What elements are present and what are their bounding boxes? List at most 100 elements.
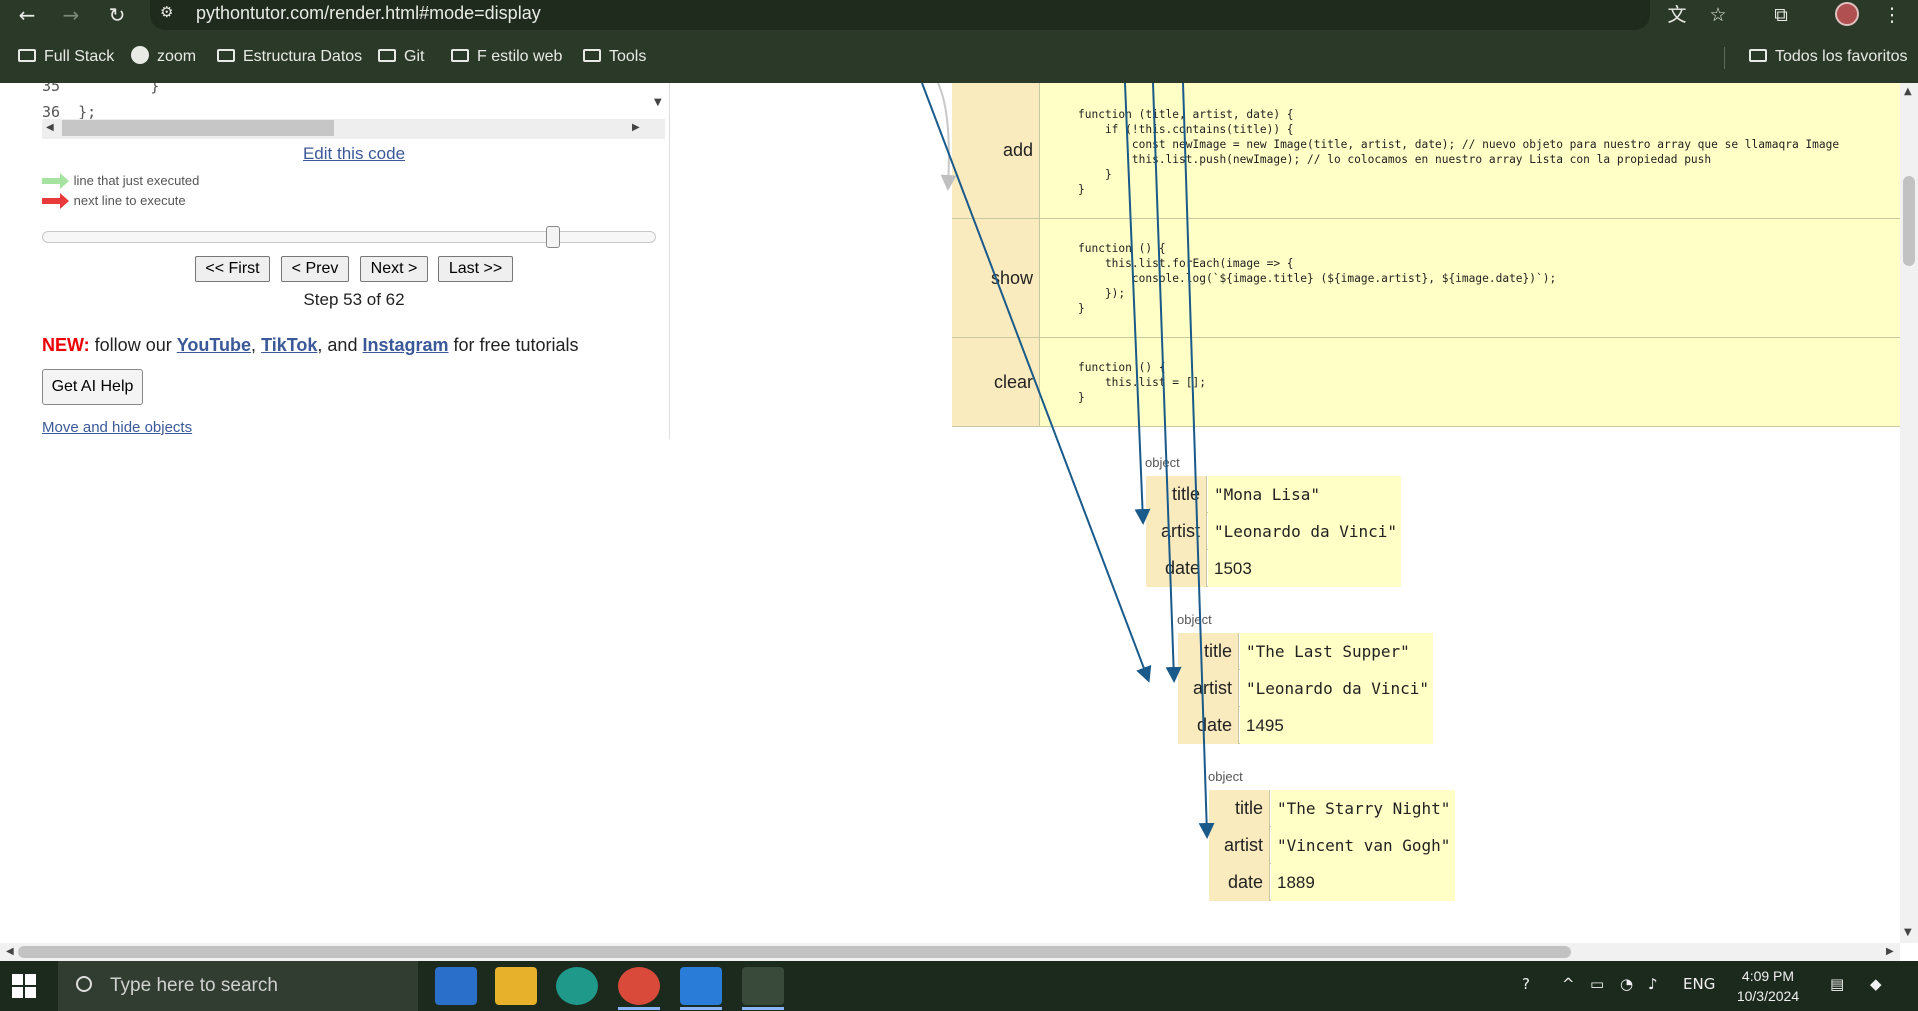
field-value: 1889 [1271, 864, 1455, 901]
step-slider-handle[interactable] [546, 226, 560, 248]
page-scroll-up-icon[interactable]: ▲ [1904, 86, 1912, 97]
bookmark-git[interactable]: Git [378, 46, 424, 68]
bookmark-zoom[interactable]: zoom [131, 46, 196, 68]
bookmark-estructura-datos[interactable]: Estructura Datos [217, 46, 362, 68]
volume-icon[interactable]: ♪ [1648, 975, 1658, 993]
field-date: date 1503 [1146, 550, 1401, 587]
scroll-down-icon[interactable]: ▼ [654, 97, 662, 108]
settings-gear-icon[interactable] [742, 967, 784, 1005]
site-info-icon[interactable]: ⚙ [160, 3, 173, 21]
scroll-right-icon[interactable]: ▶ [632, 122, 640, 133]
first-button[interactable]: << First [195, 256, 270, 282]
store-icon[interactable] [435, 967, 477, 1005]
last-button[interactable]: Last >> [438, 256, 513, 282]
all-bookmarks[interactable]: Todos los favoritos [1749, 46, 1908, 68]
field-date: date 1495 [1178, 707, 1433, 744]
field-key: date [1178, 707, 1239, 744]
field-key: title [1178, 633, 1239, 670]
promo-lead: follow our [89, 335, 177, 355]
translate-icon[interactable]: 文 [1662, 2, 1692, 32]
search-icon [76, 976, 92, 992]
file-explorer-icon[interactable] [495, 967, 537, 1005]
page-vertical-scroll-thumb[interactable] [1903, 176, 1915, 266]
field-key: artist [1209, 827, 1270, 864]
page-scroll-right-icon[interactable]: ▶ [1886, 946, 1894, 957]
object-label: object [1145, 455, 1180, 470]
field-date: date 1889 [1209, 864, 1455, 901]
green-arrow-icon [42, 173, 69, 189]
network-icon[interactable]: ◔ [1620, 975, 1633, 993]
url-text[interactable]: pythontutor.com/render.html#mode=display [196, 3, 541, 24]
page-scroll-left-icon[interactable]: ◀ [6, 946, 14, 957]
reload-icon[interactable]: ↻ [102, 2, 132, 32]
bookmark-f-estilo-web[interactable]: F estilo web [451, 46, 562, 68]
field-title: title "Mona Lisa" [1146, 476, 1401, 513]
move-hide-objects-link[interactable]: Move and hide objects [42, 419, 192, 436]
bookmark-tools[interactable]: Tools [583, 46, 646, 68]
menu-icon[interactable]: ⋮ [1877, 2, 1907, 32]
code-line: console.log(`${image.title} (${image.art… [1078, 272, 1557, 285]
field-artist: artist "Vincent van Gogh" [1209, 827, 1455, 864]
code-line: } [1078, 183, 1085, 196]
new-label: NEW: [42, 335, 90, 355]
field-value: "Leonardo da Vinci" [1240, 670, 1433, 707]
folder-icon [451, 49, 469, 62]
bookmark-label: F estilo web [477, 48, 563, 65]
bookmark-label: Git [404, 48, 425, 65]
language-indicator[interactable]: ENG [1683, 975, 1715, 993]
next-button[interactable]: Next > [360, 256, 428, 282]
vscode-icon[interactable] [680, 967, 722, 1005]
code-line: if (!this.contains(title)) { [1078, 123, 1294, 136]
line-code: } [114, 83, 160, 95]
battery-icon[interactable]: ▭ [1590, 975, 1604, 993]
back-icon[interactable]: ← [12, 2, 42, 32]
help-icon[interactable]: ? [1522, 975, 1530, 993]
start-button[interactable] [12, 974, 36, 998]
taskbar-search-placeholder[interactable]: Type here to search [110, 975, 278, 997]
copilot-icon[interactable]: ◆ [1870, 975, 1882, 993]
bookmark-full-stack[interactable]: Full Stack [18, 46, 114, 68]
step-counter: Step 53 of 62 [303, 290, 405, 309]
active-app-indicator [742, 1007, 784, 1010]
notifications-icon[interactable]: ▤ [1830, 975, 1844, 993]
get-ai-help-button[interactable]: Get AI Help [42, 369, 143, 405]
field-value: 1495 [1240, 707, 1433, 744]
pointer-arrow-gray [937, 83, 957, 191]
field-title: title "The Last Supper" [1178, 633, 1433, 670]
legend-next: next line to execute [42, 193, 186, 209]
folder-icon [583, 49, 601, 62]
clock-time: 4:09 PM [1741, 968, 1795, 984]
active-app-indicator [618, 1007, 660, 1010]
step-slider[interactable] [42, 231, 656, 243]
clock-date: 10/3/2024 [1736, 988, 1800, 1004]
promo-separator: , [251, 335, 262, 355]
scroll-left-icon[interactable]: ◀ [46, 122, 54, 133]
page-scroll-down-icon[interactable]: ▼ [1904, 927, 1912, 938]
edge-icon[interactable] [556, 967, 598, 1005]
code-scrollbar-thumb[interactable] [62, 120, 334, 136]
code-line: const newImage = new Image(title, artist… [1078, 138, 1840, 151]
chrome-icon[interactable] [618, 967, 660, 1005]
code-panel: 35 } 36 }; ▼ ◀ ▶ Edit this code line tha… [0, 83, 670, 439]
profile-avatar[interactable] [1835, 2, 1859, 26]
method-name: show [952, 219, 1040, 337]
method-name: add [952, 83, 1040, 218]
tiktok-link[interactable]: TikTok [261, 335, 317, 355]
browser-toolbar: ← → ↻ ⚙ pythontutor.com/render.html#mode… [0, 0, 1918, 33]
tray-chevron-icon[interactable]: ^ [1562, 975, 1575, 993]
legend-next-text: next line to execute [73, 193, 186, 208]
active-app-indicator [680, 1007, 722, 1010]
prev-button[interactable]: < Prev [281, 256, 349, 282]
forward-icon[interactable]: → [56, 2, 86, 32]
edit-code-link[interactable]: Edit this code [0, 144, 708, 164]
windows-taskbar: Type here to search ? ^ ▭ ◔ ♪ ENG 4:09 P… [0, 961, 1918, 1011]
field-value: "Mona Lisa" [1208, 476, 1401, 513]
extensions-icon[interactable]: ⧉ [1766, 2, 1796, 32]
youtube-link[interactable]: YouTube [177, 335, 251, 355]
windows-logo-icon [12, 974, 23, 985]
page-horizontal-scroll-thumb[interactable] [18, 946, 1571, 958]
clock[interactable]: 4:09 PM 10/3/2024 [1728, 966, 1808, 1006]
field-key: title [1209, 790, 1270, 827]
instagram-link[interactable]: Instagram [362, 335, 448, 355]
bookmark-star-icon[interactable]: ☆ [1703, 2, 1733, 32]
